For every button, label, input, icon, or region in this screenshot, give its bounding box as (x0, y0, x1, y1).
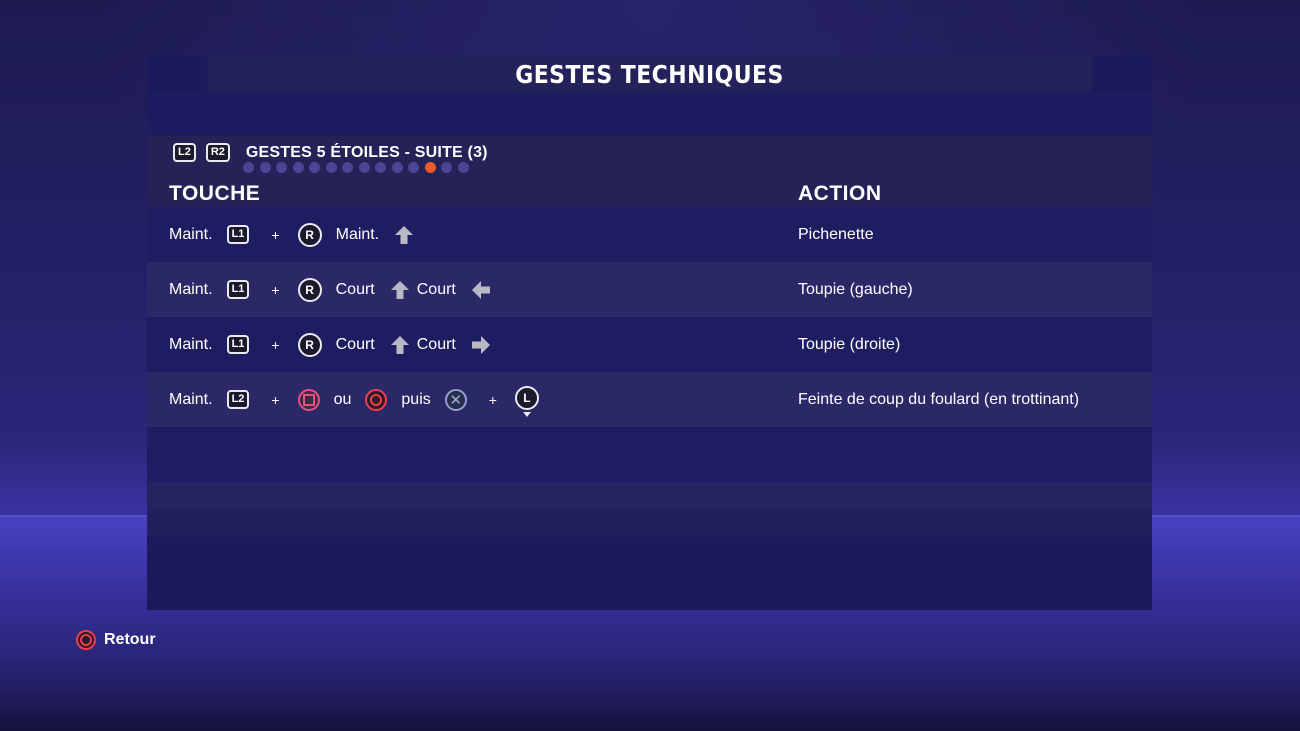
action-label: Pichenette (798, 225, 874, 243)
page-dot (325, 162, 337, 173)
page-dot (243, 162, 254, 173)
column-header-action: ACTION (798, 182, 882, 205)
page-title: GESTES TECHNIQUES (207, 56, 1092, 92)
arrow-up-icon (393, 224, 415, 246)
background-line (1152, 515, 1300, 517)
plus-sign: + (271, 281, 280, 298)
page-dot (358, 162, 370, 173)
plus-sign: + (488, 391, 497, 408)
table-row: Maint. L1 + R Court Court Toupie (droite) (147, 317, 1152, 372)
right-stick-icon: R (297, 332, 322, 357)
empty-row (147, 427, 1152, 482)
input-text: Court (416, 335, 456, 353)
input-text: Court (335, 335, 375, 353)
empty-row (147, 510, 1152, 537)
back-button[interactable]: Retour (76, 630, 156, 650)
input-text: ou (333, 390, 352, 408)
input-text: Maint. (169, 335, 213, 353)
action-label: Feinte de coup du foulard (en trottinant… (798, 390, 1080, 408)
input-text: Maint. (169, 390, 213, 408)
page-dot-active (424, 162, 436, 173)
right-stick-icon: R (297, 222, 322, 247)
page-dot (259, 162, 271, 173)
page-indicator (243, 162, 469, 173)
arrow-up-icon (389, 334, 411, 356)
plus-sign: + (271, 226, 280, 243)
arrow-right-icon (470, 334, 492, 356)
input-sequence: Maint. L1 + R Court Court (169, 262, 498, 317)
section-name: GESTES 5 ÉTOILES - SUITE (3) (245, 143, 488, 161)
empty-row (147, 537, 1152, 605)
input-sequence: Maint. L1 + R Court Court (169, 317, 498, 372)
arrow-up-icon (389, 279, 411, 301)
page-dot (408, 162, 419, 173)
input-sequence: Maint. L1 + R Maint. (169, 207, 421, 262)
table-row: Maint. L2 + ou puis ✕ + L Feinte de coup du foul… (147, 372, 1152, 427)
button-key-l1: L1 (226, 335, 250, 354)
input-text: Maint. (335, 225, 380, 243)
page-dot (391, 162, 403, 173)
left-stick-press-icon: L (514, 385, 539, 410)
plus-sign: + (271, 336, 280, 353)
right-stick-icon: R (297, 277, 322, 302)
input-text: Court (416, 280, 456, 298)
input-text: puis (401, 390, 431, 408)
page-dot (457, 162, 469, 173)
tab-row: L2 R2 GESTES 5 ÉTOILES - SUITE (3) (173, 143, 488, 162)
input-sequence: Maint. L2 + ou puis ✕ + L (169, 372, 539, 427)
spacer-band (147, 92, 1152, 135)
button-key-l1: L1 (226, 280, 250, 299)
input-text: Maint. (169, 280, 213, 298)
page-dot (441, 162, 452, 173)
input-text: Court (335, 280, 375, 298)
button-key-l1: L1 (226, 225, 250, 244)
arrow-left-icon (470, 279, 492, 301)
page-dot (342, 162, 353, 173)
empty-row (147, 482, 1152, 510)
page-dot (292, 162, 304, 173)
square-button-icon (297, 388, 320, 411)
section-header: L2 R2 GESTES 5 ÉTOILES - SUITE (3) TOUCH… (147, 135, 1152, 207)
button-key-l2: L2 (226, 390, 250, 409)
background-line (0, 515, 147, 517)
input-text: Maint. (169, 225, 213, 243)
page-dot (309, 162, 320, 173)
controls-panel: GESTES TECHNIQUES L2 R2 GESTES 5 ÉTOILES… (147, 56, 1152, 610)
table-row: Maint. L1 + R Maint. Pichenette (147, 207, 1152, 262)
prev-section-l2-button[interactable]: L2 (173, 143, 196, 162)
cross-button-icon: ✕ (444, 388, 467, 411)
back-label: Retour (104, 631, 156, 648)
page-dot (276, 162, 287, 173)
controls-table: Maint. L1 + R Maint. Pichenette Maint. L1 + R Cour… (147, 207, 1152, 427)
page-dot (375, 162, 386, 173)
action-label: Toupie (droite) (798, 335, 901, 353)
plus-sign: + (271, 391, 280, 408)
next-section-r2-button[interactable]: R2 (205, 143, 230, 162)
column-header-touche: TOUCHE (169, 182, 261, 205)
table-row: Maint. L1 + R Court Court Toupie (gauche) (147, 262, 1152, 317)
circle-button-icon (365, 388, 388, 411)
action-label: Toupie (gauche) (798, 280, 913, 298)
circle-button-icon (76, 630, 96, 650)
